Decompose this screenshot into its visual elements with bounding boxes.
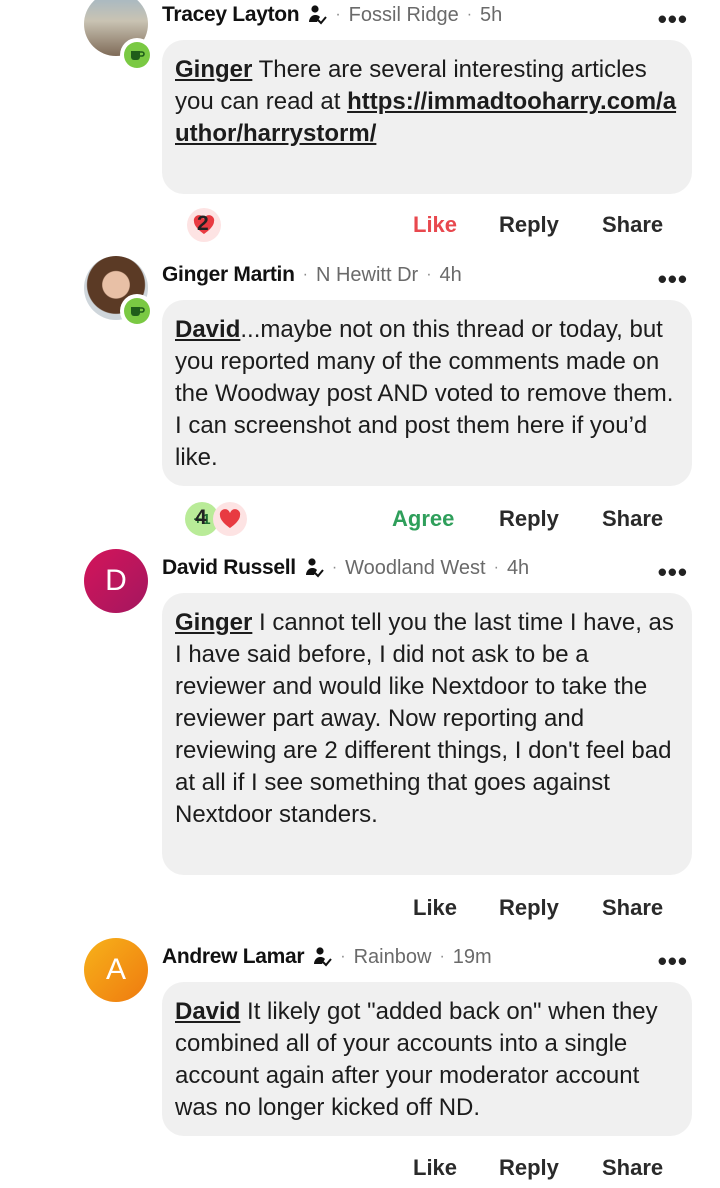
comment-text: I cannot tell you the last time I have, … [175, 609, 674, 828]
reply-button[interactable]: Reply [499, 1155, 559, 1181]
helpful-neighbor-badge [120, 294, 154, 328]
more-options-button[interactable]: ••• [658, 948, 688, 974]
reaction-count: 2 [197, 212, 209, 235]
avatar[interactable]: A [84, 938, 148, 1002]
comment-text: ...maybe not on this thread or today, bu… [175, 316, 674, 471]
reactions-summary[interactable]: 2 [187, 208, 221, 242]
timestamp: 5h [480, 3, 503, 26]
helpful-neighbor-badge [120, 38, 154, 72]
author-name[interactable]: David Russell [162, 556, 296, 580]
comment-text: It likely got "added back on" when they … [175, 998, 658, 1121]
share-button[interactable]: Share [602, 212, 663, 238]
comment-bubble: David...maybe not on this thread or toda… [162, 300, 692, 486]
neighborhood-label[interactable]: N Hewitt Dr [316, 264, 418, 287]
mention-link[interactable]: David [175, 316, 240, 343]
share-button[interactable]: Share [602, 895, 663, 921]
avatar[interactable]: D [84, 549, 148, 613]
reaction-count: 4 [195, 506, 207, 529]
more-options-button[interactable]: ••• [658, 559, 688, 585]
timestamp: 4h [506, 556, 530, 579]
reply-button[interactable]: Reply [499, 895, 559, 921]
comment-actions: 2 Like Reply Share [0, 208, 720, 244]
neighborhood-label[interactable]: Woodland West [345, 557, 485, 580]
comment-actions: Like Reply Share [0, 891, 720, 927]
reply-button[interactable]: Reply [499, 506, 559, 532]
comment-bubble: David It likely got "added back on" when… [162, 982, 692, 1136]
timestamp: 19m [452, 945, 492, 968]
reactions-summary[interactable]: +1 4 [185, 502, 247, 536]
verified-person-icon [305, 558, 324, 578]
agree-button[interactable]: Agree [392, 506, 454, 532]
mention-link[interactable]: David [175, 998, 240, 1025]
more-options-button[interactable]: ••• [658, 266, 688, 292]
mention-link[interactable]: Ginger [175, 609, 252, 636]
author-name[interactable]: Tracey Layton [162, 3, 300, 27]
comment-header: Ginger Martin · N Hewitt Dr · 4h [162, 263, 462, 287]
timestamp: 4h [439, 263, 462, 286]
share-button[interactable]: Share [602, 1155, 663, 1181]
comment-actions: +1 4 Agree Reply Share [0, 502, 720, 538]
heart-reaction-icon [213, 502, 247, 536]
comment-header: Andrew Lamar · Rainbow · 19m [162, 945, 492, 969]
more-options-button[interactable]: ••• [658, 6, 688, 32]
author-name[interactable]: Andrew Lamar [162, 945, 305, 969]
comment-bubble: Ginger I cannot tell you the last time I… [162, 593, 692, 875]
coffee-cup-icon [131, 51, 145, 60]
reply-button[interactable]: Reply [499, 212, 559, 238]
like-button[interactable]: Like [413, 895, 457, 921]
share-button[interactable]: Share [602, 506, 663, 532]
verified-person-icon [314, 947, 333, 967]
comment-header: David Russell · Woodland West · 4h [162, 556, 530, 580]
mention-link[interactable]: Ginger [175, 56, 252, 83]
coffee-cup-icon [131, 307, 145, 316]
neighborhood-label[interactable]: Rainbow [354, 946, 432, 969]
verified-person-icon [309, 5, 328, 25]
like-button[interactable]: Like [413, 212, 457, 238]
comment-actions: Like Reply Share [0, 1151, 720, 1187]
comment-bubble: Ginger There are several interesting art… [162, 40, 692, 194]
author-name[interactable]: Ginger Martin [162, 263, 295, 287]
like-button[interactable]: Like [413, 1155, 457, 1181]
comment-header: Tracey Layton · Fossil Ridge · 5h [162, 3, 503, 27]
neighborhood-label[interactable]: Fossil Ridge [349, 4, 459, 27]
